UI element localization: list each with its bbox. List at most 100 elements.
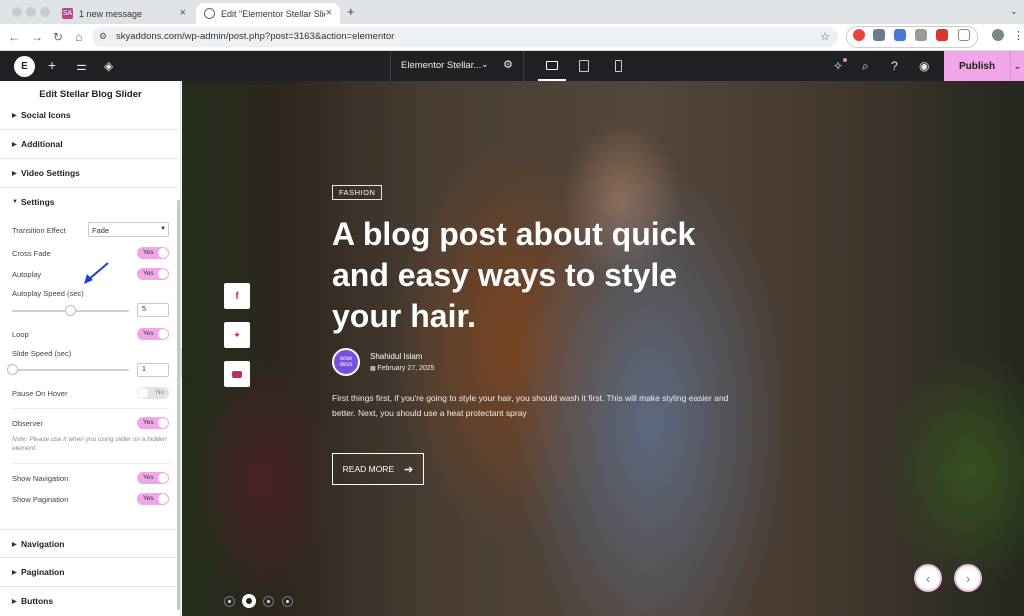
show-pagination-toggle[interactable]: Yes xyxy=(137,493,169,505)
pagination-dot[interactable] xyxy=(224,596,235,607)
pause-on-hover-toggle[interactable]: No xyxy=(137,387,169,399)
section-pagination[interactable]: ▶ Pagination xyxy=(0,558,178,587)
page-settings-gear-icon[interactable]: ⚙ xyxy=(503,58,513,71)
toggle-knob xyxy=(158,248,168,258)
y-extension-icon[interactable] xyxy=(936,29,948,41)
read-more-button[interactable]: READ MORE ➔ xyxy=(332,453,424,485)
loop-toggle[interactable]: Yes xyxy=(137,328,169,340)
autoplay-speed-slider[interactable] xyxy=(12,305,129,316)
facebook-icon[interactable]: f xyxy=(224,283,250,309)
author-avatar: wow devs xyxy=(332,348,360,376)
tab-elementor[interactable]: Edit "Elementor Stellar Slider" × xyxy=(196,3,340,24)
cross-fade-toggle[interactable]: Yes xyxy=(137,247,169,259)
notifications-icon[interactable]: ✧ xyxy=(833,59,843,73)
pagination-dot[interactable] xyxy=(263,596,274,607)
new-tab-button[interactable]: + xyxy=(347,4,355,19)
structure-icon[interactable]: ◈ xyxy=(104,59,113,73)
desktop-view-button[interactable] xyxy=(538,51,566,81)
caret-right-icon: ▶ xyxy=(12,113,17,119)
slider-handle[interactable] xyxy=(65,305,76,316)
close-icon[interactable]: × xyxy=(326,7,332,19)
puzzle-icon[interactable] xyxy=(958,29,970,41)
section-label: Buttons xyxy=(21,596,54,606)
caret-right-icon: ▶ xyxy=(12,171,17,177)
blog-slider-preview: f ✦ FASHION A blog post about quick and … xyxy=(182,81,1024,616)
site-settings-icon[interactable]: ⚌ xyxy=(76,59,87,73)
forward-icon[interactable]: → xyxy=(31,30,43,44)
section-social-icons[interactable]: ▶ Social Icons xyxy=(0,106,178,130)
observer-note: Note: Please use it when you using slide… xyxy=(12,436,167,452)
help-icon[interactable]: ? xyxy=(891,59,898,73)
observer-toggle[interactable]: Yes xyxy=(137,417,169,429)
show-navigation-toggle[interactable]: Yes xyxy=(137,472,169,484)
section-settings[interactable]: ▼ Settings xyxy=(0,188,178,217)
search-icon[interactable]: ⌕ xyxy=(862,59,869,74)
annotation-arrow-icon xyxy=(84,262,109,284)
slide-speed-input[interactable]: 1 xyxy=(137,363,169,377)
section-buttons[interactable]: ▶ Buttons xyxy=(0,587,178,616)
toggle-knob xyxy=(158,473,168,483)
page-title-switcher[interactable]: Elementor Stellar... ⌄ ⚙ xyxy=(390,51,524,81)
caret-right-icon: ▶ xyxy=(12,599,17,605)
panel-scrollbar[interactable] xyxy=(177,200,180,610)
window-close-dot[interactable] xyxy=(12,7,22,17)
section-additional[interactable]: ▶ Additional xyxy=(0,130,178,159)
observer-label: Observer xyxy=(12,419,43,428)
slide-title[interactable]: A blog post about quick and easy ways to… xyxy=(332,214,752,337)
menu-dots-icon[interactable]: ⋮ xyxy=(1013,29,1024,42)
preview-eye-icon[interactable]: ◉ xyxy=(919,59,929,73)
cross-fade-label: Cross Fade xyxy=(12,249,51,258)
toggle-knob xyxy=(158,269,168,279)
translate-extension-icon[interactable] xyxy=(894,29,906,41)
back-icon[interactable]: ← xyxy=(8,30,20,44)
toggle-text: No xyxy=(155,389,164,396)
address-bar[interactable]: ⚙ skyaddons.com/wp-admin/post.php?post=3… xyxy=(92,27,838,47)
section-video-settings[interactable]: ▶ Video Settings xyxy=(0,159,178,188)
slide-speed-slider[interactable] xyxy=(7,364,129,375)
autoplay-toggle[interactable]: Yes xyxy=(137,268,169,280)
caret-down-icon: ▼ xyxy=(12,199,18,205)
widget-settings-panel: Edit Stellar Blog Slider ▶ Social Icons … xyxy=(0,81,181,616)
section-navigation[interactable]: ▶ Navigation xyxy=(0,529,178,558)
section-label: Video Settings xyxy=(21,168,80,178)
bookmark-extension-icon[interactable] xyxy=(915,29,927,41)
shield-extension-icon[interactable] xyxy=(873,29,885,41)
publish-button[interactable]: Publish xyxy=(944,51,1010,81)
toggle-knob xyxy=(158,418,168,428)
next-slide-chevron-icon[interactable]: › xyxy=(954,564,982,592)
twitter-icon[interactable]: ✦ xyxy=(224,322,250,348)
divider xyxy=(12,463,170,464)
profile-avatar[interactable] xyxy=(992,29,1004,41)
home-icon[interactable]: ⌂ xyxy=(75,30,82,44)
youtube-icon[interactable] xyxy=(224,361,250,387)
slider-handle[interactable] xyxy=(7,364,18,375)
publish-options-chevron-icon[interactable]: ⌄ xyxy=(1010,51,1024,81)
star-icon[interactable]: ☆ xyxy=(820,30,830,43)
mobile-icon[interactable] xyxy=(615,60,622,72)
pagination-dot-active[interactable] xyxy=(242,594,256,608)
toggle-text: Yes xyxy=(143,419,154,426)
add-element-icon[interactable]: + xyxy=(48,57,56,73)
chevron-down-icon[interactable]: ⌄ xyxy=(1010,6,1018,17)
window-zoom-dot[interactable] xyxy=(40,7,50,17)
transition-effect-select[interactable]: Fade ▼ xyxy=(88,222,169,237)
category-badge[interactable]: FASHION xyxy=(332,185,383,200)
chrome-extension-icon[interactable] xyxy=(853,29,865,41)
tablet-icon[interactable] xyxy=(579,60,589,72)
prev-slide-chevron-icon[interactable]: ‹ xyxy=(914,564,942,592)
reload-icon[interactable]: ↻ xyxy=(53,30,63,44)
author-name[interactable]: Shahidul Islam xyxy=(370,352,422,361)
site-info-icon[interactable]: ⚙ xyxy=(99,31,107,42)
pagination-dot[interactable] xyxy=(282,596,293,607)
url-text[interactable]: skyaddons.com/wp-admin/post.php?post=316… xyxy=(116,31,394,42)
tab-label: Edit "Elementor Stellar Slider" xyxy=(221,8,325,19)
elementor-logo-icon[interactable]: E xyxy=(14,56,35,77)
close-icon[interactable]: × xyxy=(180,7,186,19)
window-minimize-dot[interactable] xyxy=(26,7,36,17)
background-image-overlay xyxy=(182,81,1024,616)
autoplay-speed-input[interactable]: 5 xyxy=(137,303,169,317)
desktop-icon xyxy=(546,61,558,70)
tab-messages[interactable]: SA 1 new message × xyxy=(54,3,194,24)
toggle-text: Yes xyxy=(143,330,154,337)
caret-right-icon: ▶ xyxy=(12,570,17,576)
